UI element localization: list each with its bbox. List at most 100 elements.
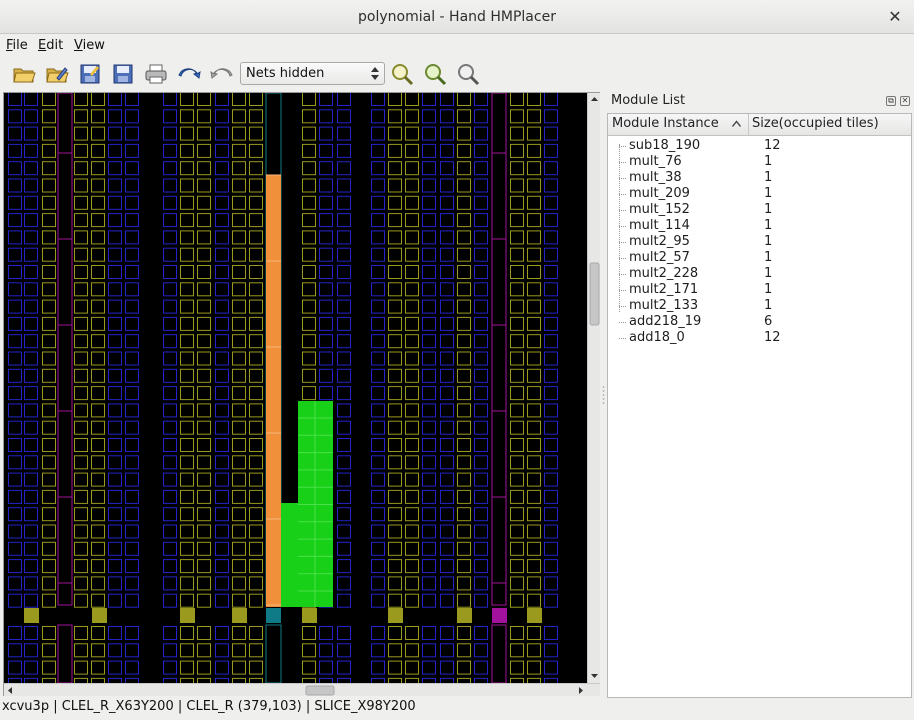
module-row[interactable]: mult_76 1 [608,154,911,170]
fpga-device-view[interactable] [4,93,586,683]
undo-icon[interactable] [177,62,201,86]
clb-tile [91,524,105,539]
clb-tile [180,455,194,470]
clb-tile [163,126,177,141]
clb-tile [24,126,38,141]
module-row[interactable]: mult2_133 1 [608,298,911,314]
nets-visibility-select[interactable]: Nets hidden [240,62,385,85]
module-row[interactable]: mult2_171 1 [608,282,911,298]
close-panel-icon[interactable]: ✕ [900,96,910,106]
tree-branch [619,290,626,291]
clb-tile [388,660,402,675]
clb-tile [91,489,105,504]
module-row[interactable]: add218_19 6 [608,314,911,330]
clb-tile [108,576,122,591]
clb-tile [197,247,211,262]
clb-tile [74,455,88,470]
module-name: mult2_57 [629,250,690,265]
clb-tile [163,472,177,487]
col-size[interactable]: Size(occupied tiles) [752,116,879,131]
module-row[interactable]: mult_38 1 [608,170,911,186]
status-text: xcvu3p | CLEL_R_X63Y200 | CLEL_R (379,10… [2,699,416,714]
clb-tile [302,334,316,349]
clb-tile [474,195,488,210]
tree-branch [619,274,626,275]
menu-view[interactable]: View [74,38,105,53]
clb-tile [163,161,177,176]
col-module-instance[interactable]: Module Instance [612,116,719,131]
clb-tile [74,368,88,383]
clb-tile [527,93,541,106]
save-as-icon[interactable] [78,62,102,86]
clb-tile [91,109,105,124]
panel-title: Module List [611,93,686,108]
clb-tile [180,126,194,141]
clb-tile [371,576,385,591]
module-tree[interactable]: Module Instance Size(occupied tiles) sub… [607,113,912,698]
clb-tile [249,351,263,366]
vertical-scrollbar[interactable] [587,93,600,683]
clb-tile [510,386,524,401]
zoom-in-icon[interactable] [390,62,414,86]
clb-tile [108,559,122,574]
close-button[interactable]: ✕ [884,0,906,34]
module-row[interactable]: sub18_190 12 [608,138,911,154]
zoom-out-icon[interactable] [423,62,447,86]
clb-tile [42,541,56,556]
clb-tile [440,282,454,297]
redo-icon[interactable] [210,62,234,86]
clb-tile [405,472,419,487]
clb-tile [249,178,263,193]
clb-tile [474,455,488,470]
module-row[interactable]: mult2_57 1 [608,250,911,266]
clb-tile [215,455,229,470]
clb-tile [510,195,524,210]
zoom-fit-icon[interactable] [456,62,480,86]
clb-tile [457,643,471,658]
clb-tile [125,351,139,366]
clb-tile [249,541,263,556]
clb-tile [422,178,436,193]
clb-tile [74,576,88,591]
module-row[interactable]: mult_209 1 [608,186,911,202]
clb-tile [319,626,333,640]
clb-tile [180,93,194,106]
clb-tile [371,109,385,124]
menu-file[interactable]: File [6,38,28,53]
clb-tile [125,316,139,331]
clb-tile [457,524,471,539]
sort-up-icon[interactable] [732,120,741,128]
module-row[interactable]: add18_0 12 [608,330,911,346]
clb-tile [544,282,558,297]
horizontal-scrollbar[interactable] [4,683,600,696]
clb-tile [371,403,385,418]
clb-tile [8,643,22,658]
clb-tile [510,161,524,176]
clb-tile [457,626,471,640]
module-row[interactable]: mult_152 1 [608,202,911,218]
menu-edit[interactable]: Edit [38,38,63,53]
clb-tile [544,524,558,539]
clb-tile [8,626,22,640]
clb-tile [91,247,105,262]
open-edit-icon[interactable] [45,62,69,86]
module-row[interactable]: mult2_95 1 [608,234,911,250]
clock-region-cell [266,608,281,623]
clb-tile [163,541,177,556]
module-row[interactable]: mult2_228 1 [608,266,911,282]
save-icon[interactable] [111,62,135,86]
fpga-canvas-frame [3,92,600,696]
clb-tile [180,334,194,349]
clb-tile [232,247,246,262]
clb-tile [24,524,38,539]
open-folder-icon[interactable] [12,62,36,86]
clb-tile [24,403,38,418]
clb-tile [125,507,139,522]
float-panel-icon[interactable]: ⧉ [886,96,896,106]
print-icon[interactable] [144,62,168,86]
panel-splitter[interactable] [601,92,606,696]
module-row[interactable]: mult_114 1 [608,218,911,234]
clb-tile [74,643,88,658]
clb-tile [180,368,194,383]
clb-tile [440,489,454,504]
